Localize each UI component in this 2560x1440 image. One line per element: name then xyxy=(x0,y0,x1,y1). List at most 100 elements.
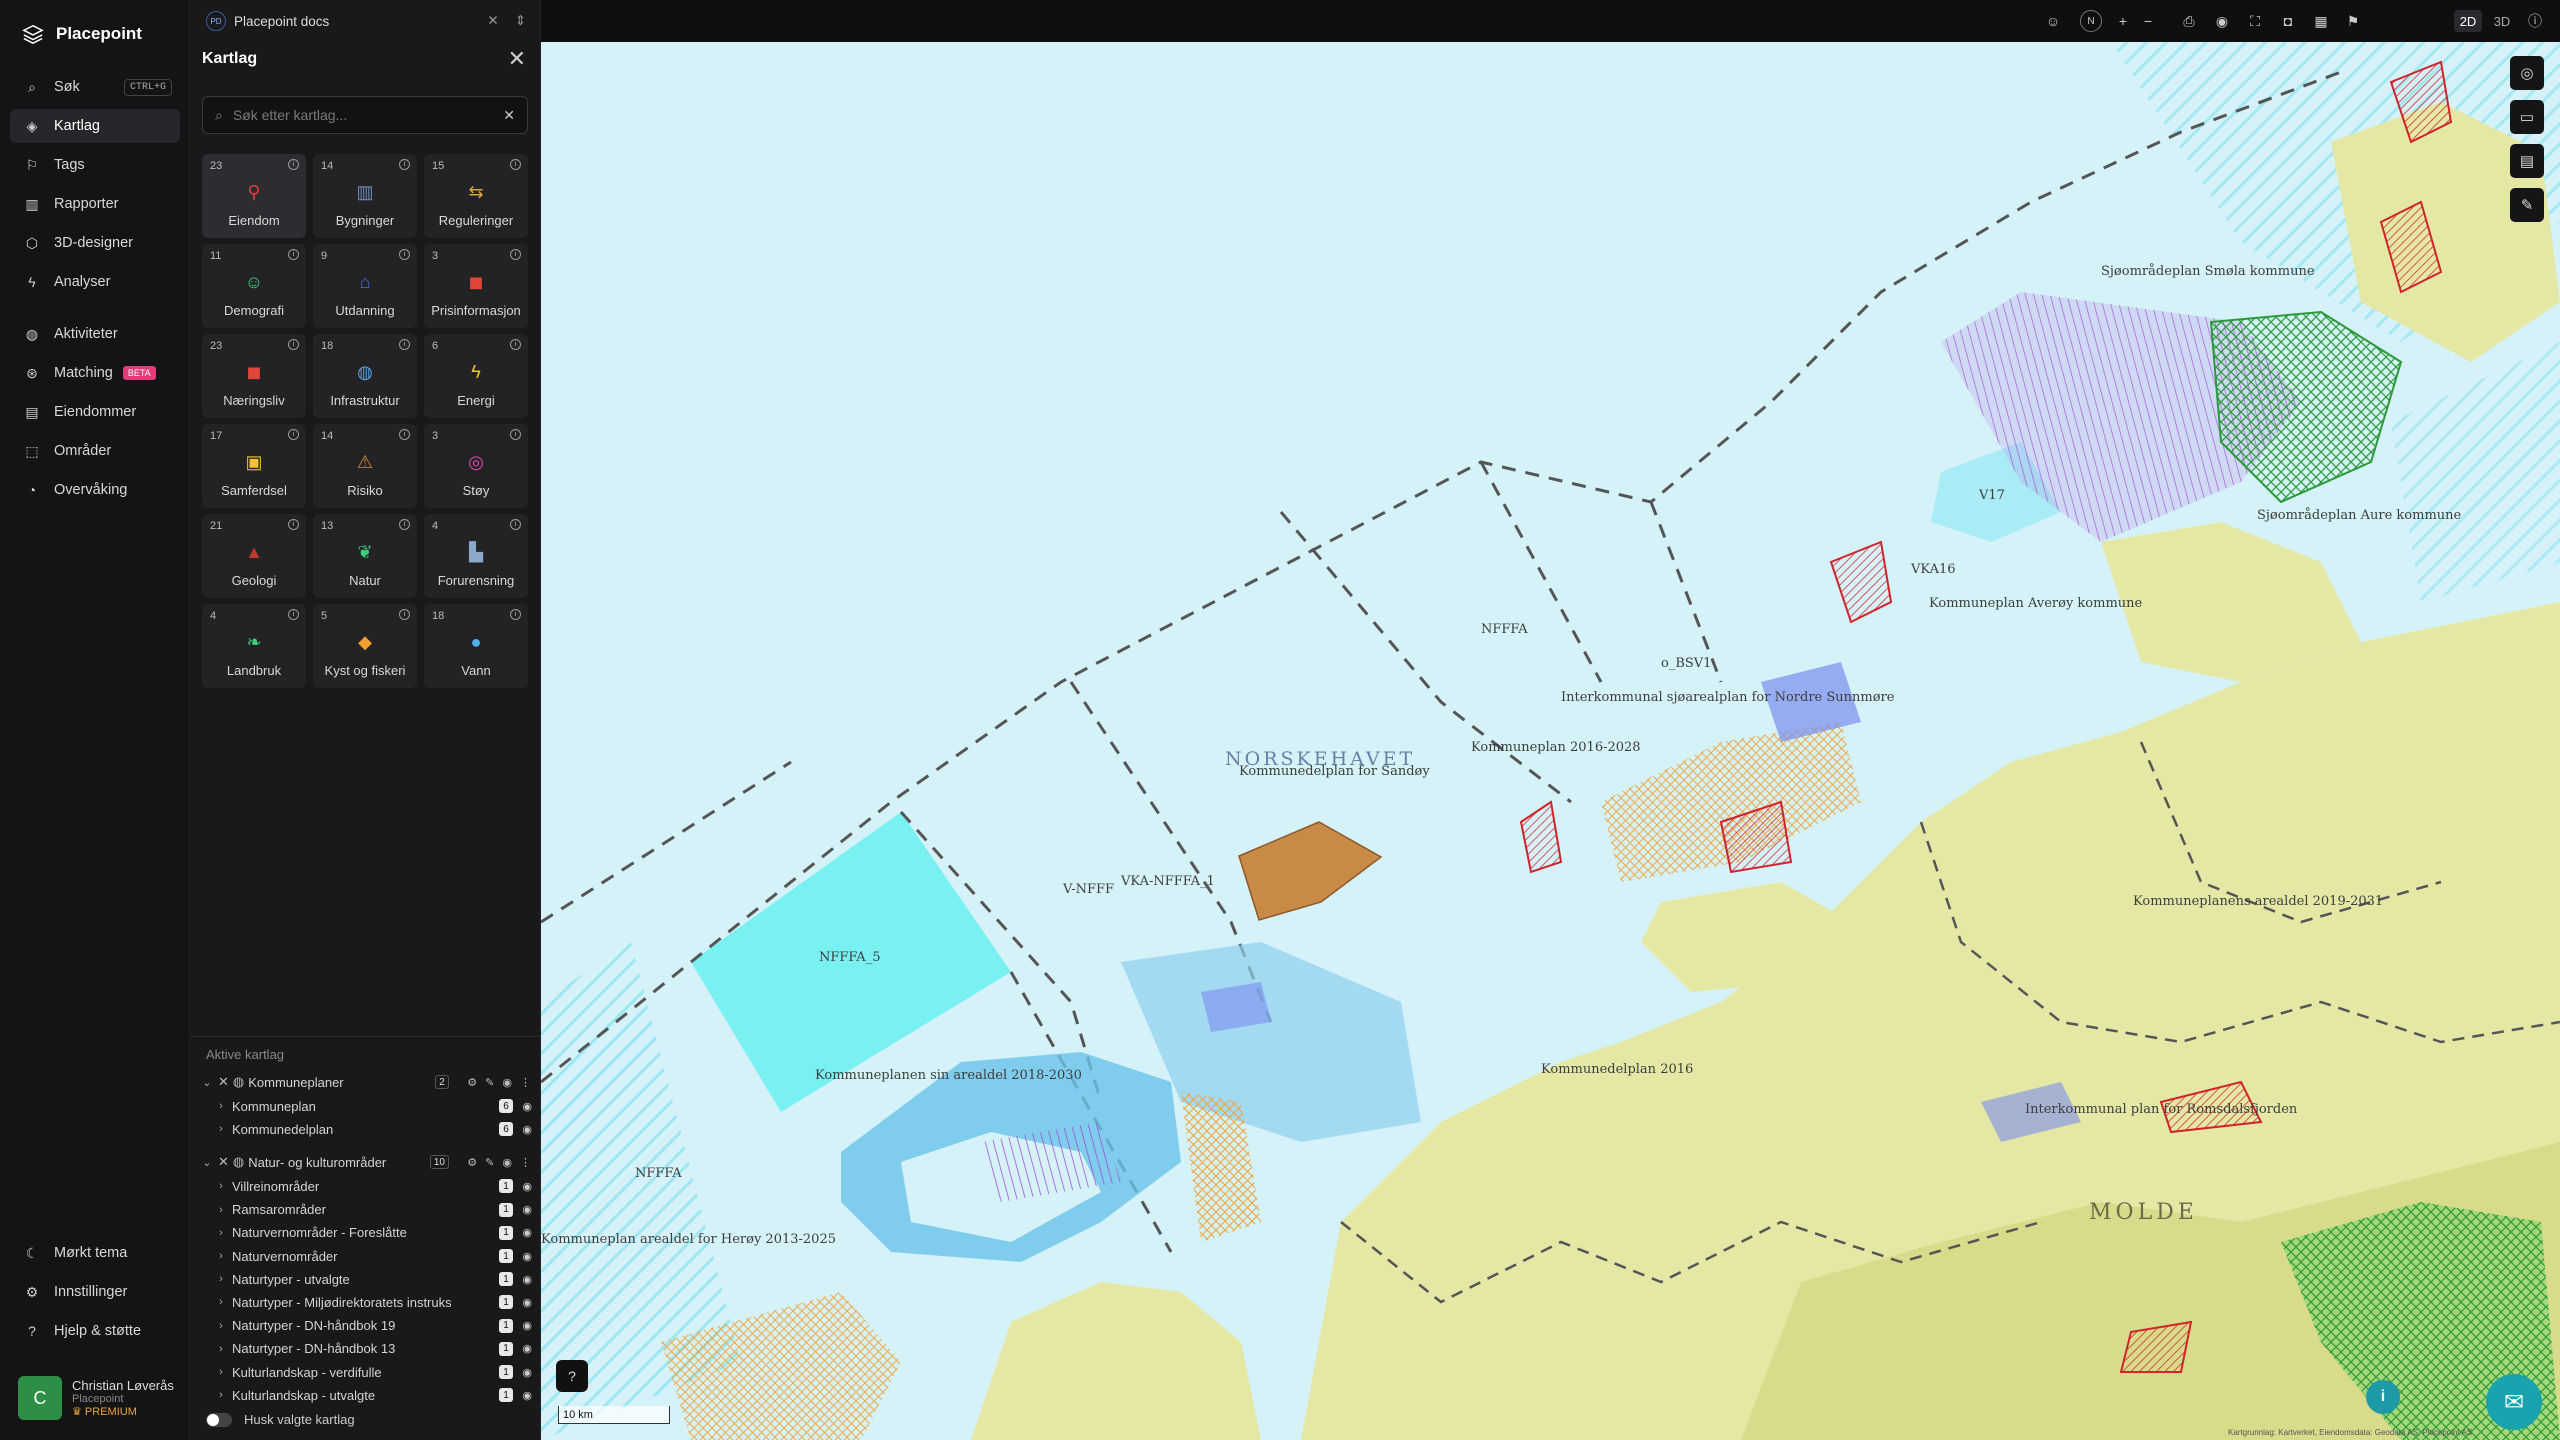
category-tile-infrastruktur[interactable]: 18 i ◍ Infrastruktur xyxy=(313,334,417,418)
layer-row[interactable]: › Naturtyper - Miljødirektoratets instru… xyxy=(190,1291,541,1313)
category-tile-vann[interactable]: 18 i ● Vann xyxy=(424,604,528,688)
layer-row[interactable]: › Naturvernområder 1 ◉ xyxy=(190,1245,541,1267)
zoom-in-icon[interactable]: + xyxy=(2112,10,2134,32)
person-icon[interactable]: ☺ xyxy=(2042,10,2064,32)
nav-item-områder[interactable]: ⬚ Områder xyxy=(10,434,180,468)
eye-icon[interactable]: ◉ xyxy=(522,1319,532,1332)
eye-icon[interactable]: ◉ xyxy=(522,1296,532,1309)
layer-row[interactable]: › Naturvernområder - Foreslåtte 1 ◉ xyxy=(190,1222,541,1244)
print-icon[interactable]: ⎙ xyxy=(2178,10,2200,32)
settings-icon[interactable]: ⚙ xyxy=(467,1156,477,1169)
info-icon[interactable]: i xyxy=(510,519,521,530)
eye-icon[interactable]: ◉ xyxy=(2211,10,2233,32)
chevron-updown-icon[interactable]: ⇕ xyxy=(515,13,526,29)
info-icon[interactable]: ⓘ xyxy=(2524,10,2546,32)
chevron-right-icon[interactable]: › xyxy=(214,1320,228,1332)
info-icon[interactable]: i xyxy=(510,159,521,170)
eye-icon[interactable]: ◉ xyxy=(522,1273,532,1286)
project-selector[interactable]: PD Placepoint docs ✕ ⇕ xyxy=(206,8,526,34)
layer-search-input[interactable] xyxy=(232,107,494,123)
more-icon[interactable]: ⋮ xyxy=(520,1076,531,1089)
layer-row[interactable]: › Villreinområder 1 ◉ xyxy=(190,1175,541,1197)
chevron-right-icon[interactable]: › xyxy=(214,1250,228,1262)
eye-icon[interactable]: ◉ xyxy=(522,1180,532,1193)
more-icon[interactable]: ⋮ xyxy=(520,1156,531,1169)
nav-bottom-1[interactable]: ⚙ Innstillinger xyxy=(10,1275,180,1309)
info-fab-icon[interactable]: i xyxy=(2366,1380,2400,1414)
info-icon[interactable]: i xyxy=(510,429,521,440)
chevron-right-icon[interactable]: › xyxy=(214,1204,228,1216)
nav-item-overvåking[interactable]: ◔ Overvåking xyxy=(10,473,180,507)
category-tile-bygninger[interactable]: 14 i ▥ Bygninger xyxy=(313,154,417,238)
edit-icon[interactable]: ✎ xyxy=(485,1076,494,1089)
layer-group[interactable]: ⌄ ✕ ◍ Natur- og kulturområder 10 ⚙ ✎ ◉ ⋮ xyxy=(190,1151,541,1173)
eye-icon[interactable]: ◉ xyxy=(522,1342,532,1355)
info-icon[interactable]: i xyxy=(399,519,410,530)
nav-bottom-0[interactable]: ☾ Mørkt tema xyxy=(10,1236,180,1270)
category-tile-demografi[interactable]: 11 i ☺ Demografi xyxy=(202,244,306,328)
chevron-right-icon[interactable]: › xyxy=(214,1343,228,1355)
category-tile-risiko[interactable]: 14 i ⚠ Risiko xyxy=(313,424,417,508)
info-icon[interactable]: i xyxy=(510,609,521,620)
nav-item-eiendommer[interactable]: ▤ Eiendommer xyxy=(10,395,180,429)
category-tile-utdanning[interactable]: 9 i ⌂ Utdanning xyxy=(313,244,417,328)
user-card[interactable]: C Christian Løverås Placepoint ♛ PREMIUM xyxy=(10,1368,182,1428)
info-icon[interactable]: i xyxy=(288,159,299,170)
layer-row[interactable]: › Kommunedelplan 6 ◉ xyxy=(190,1118,541,1140)
chat-button-icon[interactable]: ✉ xyxy=(2486,1374,2542,1430)
remove-icon[interactable]: ✕ xyxy=(218,1154,229,1170)
category-tile-næringsliv[interactable]: 23 i ◼ Næringsliv xyxy=(202,334,306,418)
info-icon[interactable]: i xyxy=(288,249,299,260)
chevron-right-icon[interactable]: › xyxy=(214,1180,228,1192)
nav-item-rapporter[interactable]: ▥ Rapporter xyxy=(10,187,180,221)
category-tile-forurensning[interactable]: 4 i ▙ Forurensning xyxy=(424,514,528,598)
map-help-icon[interactable]: ? xyxy=(556,1360,588,1392)
chevron-right-icon[interactable]: › xyxy=(214,1389,228,1401)
info-icon[interactable]: i xyxy=(399,159,410,170)
eye-icon[interactable]: ◉ xyxy=(522,1123,532,1136)
view-2d-button[interactable]: 2D xyxy=(2454,10,2482,32)
info-icon[interactable]: i xyxy=(288,339,299,350)
eye-icon[interactable]: ◉ xyxy=(522,1250,532,1263)
info-icon[interactable]: i xyxy=(288,429,299,440)
category-tile-eiendom[interactable]: 23 i ⚲ Eiendom xyxy=(202,154,306,238)
measure-tool-icon[interactable]: ▭ xyxy=(2510,100,2544,134)
eye-icon[interactable]: ◉ xyxy=(522,1366,532,1379)
zoom-out-icon[interactable]: − xyxy=(2137,10,2159,32)
panel-close-icon[interactable]: ✕ xyxy=(508,46,526,72)
info-icon[interactable]: i xyxy=(399,339,410,350)
layer-row[interactable]: › Naturtyper - utvalgte 1 ◉ xyxy=(190,1268,541,1290)
chevron-down-icon[interactable]: ⌄ xyxy=(200,1156,214,1169)
layer-row[interactable]: › Naturtyper - DN-håndbok 13 1 ◉ xyxy=(190,1338,541,1360)
layer-row[interactable]: › Kommuneplan 6 ◉ xyxy=(190,1095,541,1117)
category-tile-geologi[interactable]: 21 i ▲ Geologi xyxy=(202,514,306,598)
eye-icon[interactable]: ◉ xyxy=(522,1203,532,1216)
draw-tool-icon[interactable]: ✎ xyxy=(2510,188,2544,222)
nav-item-aktiviteter[interactable]: ◍ Aktiviteter xyxy=(10,317,180,351)
bookmark-icon[interactable]: ⚑ xyxy=(2342,10,2364,32)
nav-item-tags[interactable]: ⚐ Tags xyxy=(10,148,180,182)
category-tile-kyst-og-fiskeri[interactable]: 5 i ◆ Kyst og fiskeri xyxy=(313,604,417,688)
chevron-down-icon[interactable]: ⌄ xyxy=(200,1076,214,1089)
remember-toggle[interactable]: Husk valgte kartlag xyxy=(206,1412,355,1427)
app-logo[interactable]: Placepoint xyxy=(22,20,142,48)
nav-item-analyser[interactable]: ϟ Analyser xyxy=(10,265,180,299)
edit-icon[interactable]: ✎ xyxy=(485,1156,494,1169)
chart-tool-icon[interactable]: ▤ xyxy=(2510,144,2544,178)
compass-icon[interactable]: N xyxy=(2080,10,2102,32)
chevron-right-icon[interactable]: › xyxy=(214,1123,228,1135)
info-icon[interactable]: i xyxy=(510,339,521,350)
info-icon[interactable]: i xyxy=(288,519,299,530)
info-icon[interactable]: i xyxy=(288,609,299,620)
clear-icon[interactable]: ✕ xyxy=(503,107,515,124)
layer-row[interactable]: › Kulturlandskap - utvalgte 1 ◉ xyxy=(190,1384,541,1406)
close-icon[interactable]: ✕ xyxy=(487,13,498,29)
category-tile-støy[interactable]: 3 i ◎ Støy xyxy=(424,424,528,508)
chevron-right-icon[interactable]: › xyxy=(214,1227,228,1239)
category-tile-natur[interactable]: 13 i ❦ Natur xyxy=(313,514,417,598)
info-icon[interactable]: i xyxy=(399,609,410,620)
layers-tool-icon[interactable]: ◎ xyxy=(2510,56,2544,90)
eye-icon[interactable]: ◉ xyxy=(502,1156,512,1169)
category-tile-reguleringer[interactable]: 15 i ⇆ Reguleringer xyxy=(424,154,528,238)
settings-icon[interactable]: ⚙ xyxy=(467,1076,477,1089)
